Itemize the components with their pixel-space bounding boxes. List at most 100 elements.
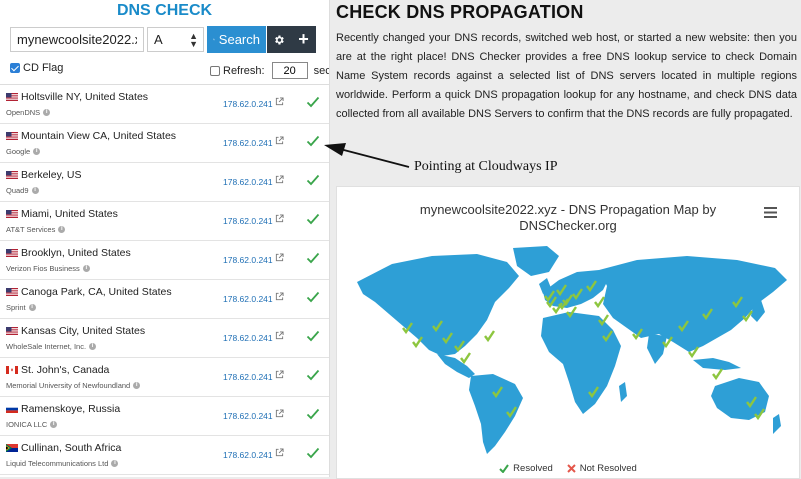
info-icon[interactable]: i [133, 382, 141, 389]
check-icon [499, 464, 509, 473]
external-link-icon[interactable] [275, 370, 284, 379]
server-ip-link[interactable]: 178.62.0.241 [223, 411, 273, 421]
annotation-text: Pointing at Cloudways IP [414, 159, 558, 174]
server-provider: Memorial University of Newfoundland i [6, 381, 141, 390]
check-icon [306, 369, 320, 381]
info-icon[interactable]: i [31, 187, 39, 194]
external-link-icon[interactable] [275, 136, 284, 145]
map-legend: Resolved Not Resolved [337, 463, 799, 474]
refresh-checkbox[interactable] [210, 65, 220, 76]
server-ip-link[interactable]: 178.62.0.241 [223, 216, 273, 226]
dns-check-panel: DNS CHECK A ▲▼ Search + CD Flag Refresh:… [0, 0, 330, 477]
server-row: Holtsville NY, United States OpenDNS i 178.… [0, 85, 329, 124]
refresh-label: Refresh: [223, 64, 265, 77]
check-icon [306, 96, 320, 108]
propagation-map-card: mynewcoolsite2022.xyz - DNS Propagation … [336, 186, 800, 479]
info-icon[interactable]: i [33, 148, 41, 155]
info-icon[interactable]: i [28, 304, 36, 311]
external-link-icon[interactable] [275, 448, 284, 457]
plus-icon: + [298, 29, 309, 49]
server-provider-name: OpenDNS [6, 108, 41, 117]
search-icon [213, 38, 215, 41]
server-provider: Sprint i [6, 303, 36, 312]
check-icon [306, 330, 320, 342]
refresh-unit: sec. [313, 64, 329, 77]
flag-icon [6, 366, 18, 374]
info-icon[interactable]: i [89, 343, 97, 350]
server-provider-name: WholeSale Internet, Inc. [6, 342, 87, 351]
external-link-icon[interactable] [275, 292, 284, 301]
resolved-marker-icon [594, 296, 605, 309]
server-ip-link[interactable]: 178.62.0.241 [223, 450, 273, 460]
server-ip-link[interactable]: 178.62.0.241 [223, 255, 273, 265]
server-provider-name: Liquid Telecommunications Ltd [6, 459, 109, 468]
external-link-icon[interactable] [275, 331, 284, 340]
server-ip-link[interactable]: 178.62.0.241 [223, 372, 273, 382]
server-provider-name: IONICA LLC [6, 420, 48, 429]
info-icon[interactable]: i [111, 460, 119, 467]
legend-resolved: Resolved [499, 463, 553, 474]
server-results-list: Holtsville NY, United States OpenDNS i 178.… [0, 84, 329, 475]
add-button[interactable]: + [291, 26, 316, 53]
page-title: CHECK DNS PROPAGATION [336, 2, 584, 22]
map-title-line2: DNSChecker.org [519, 218, 617, 233]
check-icon [306, 291, 320, 303]
server-provider: WholeSale Internet, Inc. i [6, 342, 97, 351]
server-provider-name: Quad9 [6, 186, 29, 195]
external-link-icon[interactable] [275, 214, 284, 223]
check-icon [306, 174, 320, 186]
server-provider: Verizon Fios Business i [6, 264, 90, 273]
external-link-icon[interactable] [275, 253, 284, 262]
server-location: Holtsville NY, United States [21, 91, 149, 103]
server-ip-link[interactable]: 178.62.0.241 [223, 333, 273, 343]
server-location: Kansas City, United States [21, 325, 146, 337]
map-title-line1: mynewcoolsite2022.xyz - DNS Propagation … [419, 202, 717, 217]
flag-icon [6, 93, 18, 101]
server-location: Canoga Park, CA, United States [21, 286, 172, 298]
server-provider-name: Memorial University of Newfoundland [6, 381, 131, 390]
info-icon[interactable]: i [50, 421, 58, 428]
refresh-option: Refresh: sec. [210, 62, 329, 79]
cd-flag-option[interactable]: CD Flag [10, 62, 63, 74]
server-provider: AT&T Services i [6, 225, 66, 234]
server-location: St. John's, Canada [21, 364, 110, 376]
cd-flag-checkbox[interactable] [10, 63, 20, 73]
server-ip-link[interactable]: 178.62.0.241 [223, 99, 273, 109]
server-location: Miami, United States [21, 208, 118, 220]
flag-icon [6, 405, 18, 413]
check-icon [306, 135, 320, 147]
server-ip-link[interactable]: 178.62.0.241 [223, 177, 273, 187]
record-type-select[interactable]: A ▲ ▼ [147, 27, 204, 52]
server-ip-link[interactable]: 178.62.0.241 [223, 138, 273, 148]
info-icon[interactable]: i [58, 226, 66, 233]
hamburger-menu-icon[interactable] [764, 207, 777, 218]
external-link-icon[interactable] [275, 409, 284, 418]
info-icon[interactable]: i [82, 265, 90, 272]
server-row: St. John's, Canada Memorial University of… [0, 358, 329, 397]
external-link-icon[interactable] [275, 97, 284, 106]
server-row: Cullinan, South Africa Liquid Telecommuni… [0, 436, 329, 475]
server-location: Berkeley, US [21, 169, 82, 181]
check-icon [306, 252, 320, 264]
page-description: Recently changed your DNS records, switc… [336, 32, 797, 120]
flag-icon [6, 327, 18, 335]
refresh-interval-input[interactable] [271, 62, 308, 79]
server-provider: IONICA LLC i [6, 420, 58, 429]
settings-button[interactable] [267, 26, 291, 53]
cd-flag-label: CD Flag [23, 62, 64, 74]
external-link-icon[interactable] [275, 175, 284, 184]
record-type-value: A [154, 32, 163, 47]
server-provider-name: Google [6, 147, 31, 156]
resolved-marker-icon [484, 330, 495, 343]
server-row: Miami, United States AT&T Services i 178.62… [0, 202, 329, 241]
server-ip-link[interactable]: 178.62.0.241 [223, 294, 273, 304]
check-icon [306, 408, 320, 420]
flag-icon [6, 210, 18, 218]
search-button-label: Search [218, 32, 260, 47]
info-icon[interactable]: i [43, 109, 51, 116]
flag-icon [6, 288, 18, 296]
gear-icon [275, 35, 284, 44]
map-title: mynewcoolsite2022.xyz - DNS Propagation … [337, 202, 799, 234]
domain-input[interactable] [10, 27, 144, 52]
search-button[interactable]: Search [207, 26, 266, 53]
